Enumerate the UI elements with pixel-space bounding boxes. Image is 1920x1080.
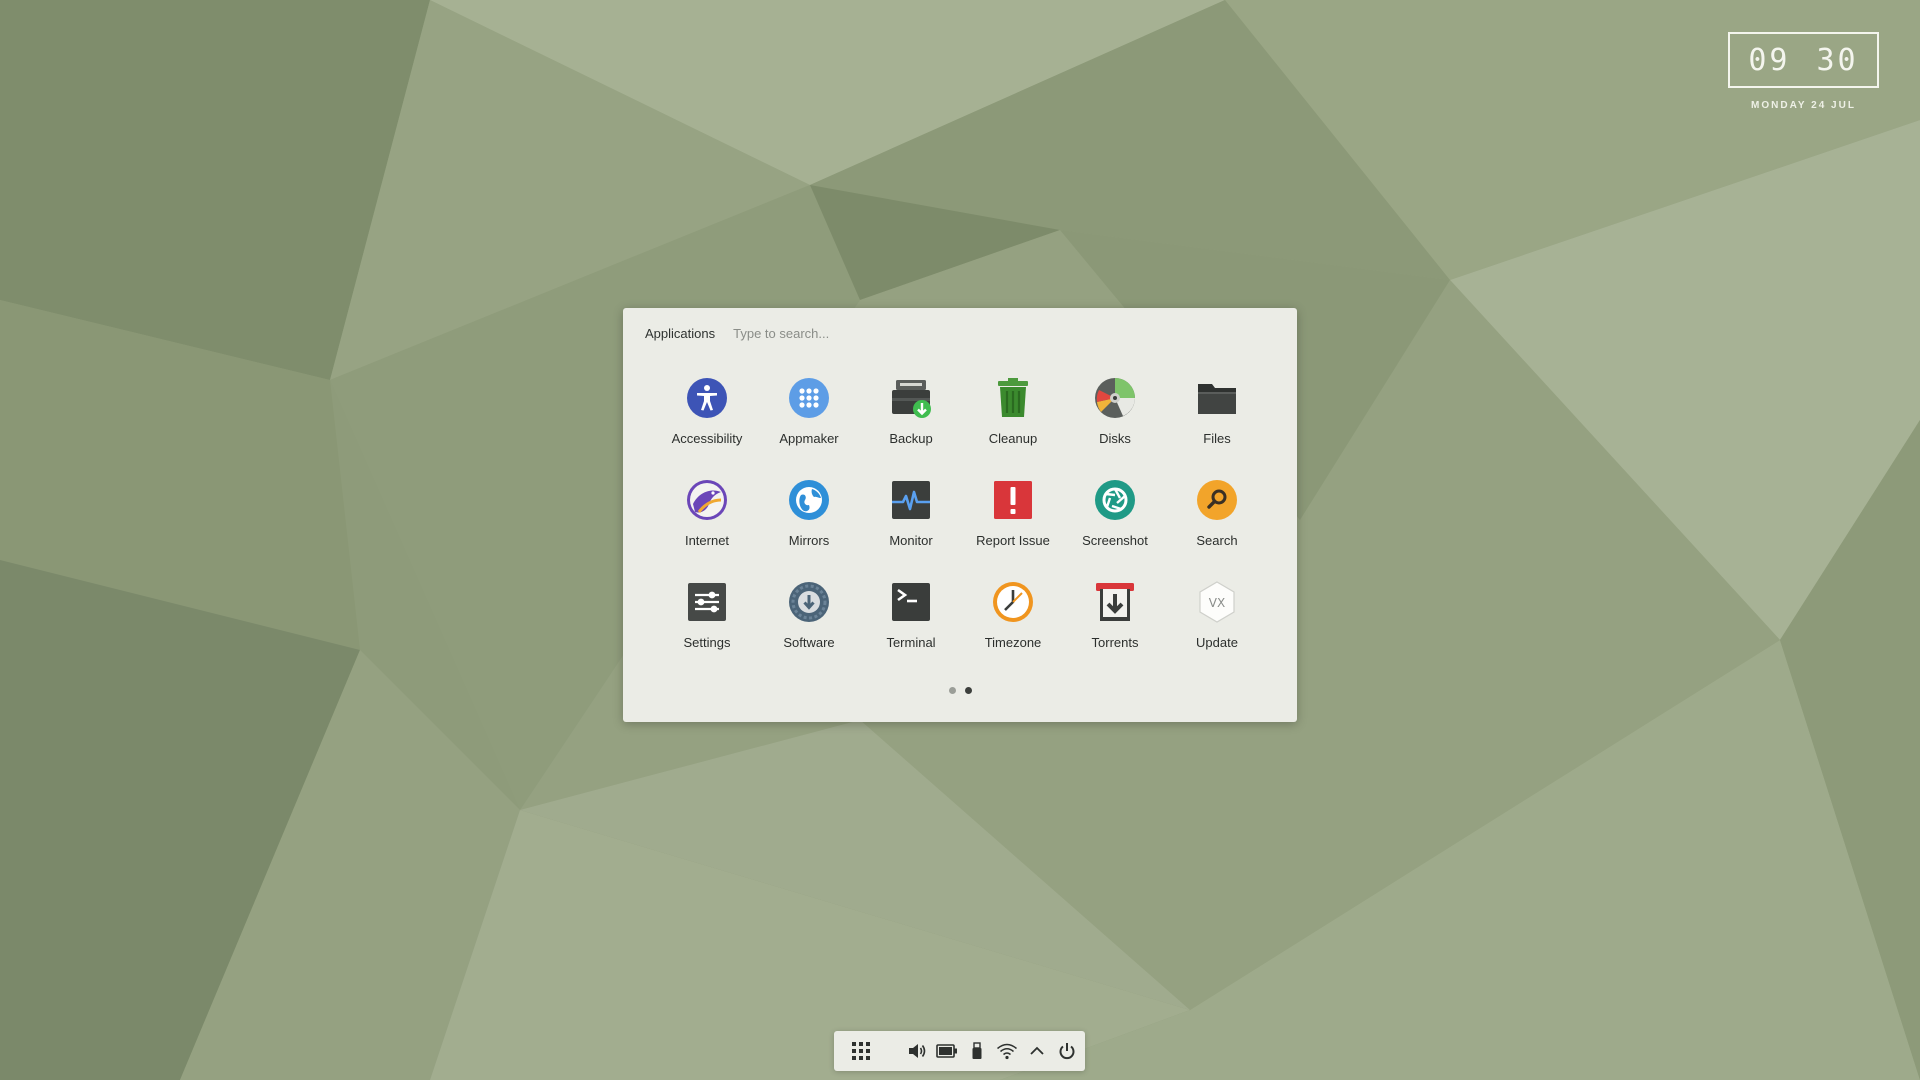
search-input[interactable] <box>733 325 934 341</box>
app-backup[interactable]: Backup <box>860 360 962 462</box>
app-files[interactable]: Files <box>1166 360 1268 462</box>
software-icon <box>789 582 829 622</box>
clock-minutes: 30 <box>1816 42 1859 78</box>
app-internet[interactable]: Internet <box>656 462 758 564</box>
app-label: Internet <box>684 533 730 548</box>
monitor-icon <box>892 481 930 519</box>
page-dot-1[interactable] <box>948 687 956 694</box>
page-dot-2[interactable] <box>964 687 972 694</box>
app-torrents[interactable]: Torrents <box>1064 564 1166 666</box>
app-label: Monitor <box>889 533 933 548</box>
appmaker-icon <box>789 378 829 418</box>
torrents-icon <box>1096 583 1134 621</box>
app-software[interactable]: Software <box>758 564 860 666</box>
accessibility-icon <box>687 378 727 418</box>
power-icon <box>1059 1043 1075 1060</box>
app-settings[interactable]: Settings <box>656 564 758 666</box>
app-label: Cleanup <box>988 431 1038 446</box>
chevron-up-icon <box>1030 1046 1044 1055</box>
clock-widget: 09 30 <box>1728 32 1879 88</box>
volume-icon <box>909 1044 926 1058</box>
app-label: Screenshot <box>1082 533 1148 548</box>
tray-expand-button[interactable] <box>1022 1036 1052 1066</box>
app-grid: Accessibility Appmaker Backup Cleanup Di… <box>656 360 1268 666</box>
wifi-button[interactable] <box>992 1036 1022 1066</box>
clock-icon <box>993 582 1033 622</box>
browser-icon <box>687 480 727 520</box>
app-label: Search <box>1196 533 1238 548</box>
app-label: Update <box>1196 635 1238 650</box>
usb-drive-icon <box>972 1042 982 1059</box>
camera-shutter-icon <box>1095 480 1135 520</box>
app-label: Mirrors <box>788 533 830 548</box>
trash-icon <box>998 378 1028 417</box>
search-icon <box>1197 480 1237 520</box>
folder-icon <box>1198 384 1236 414</box>
clock-hours: 09 <box>1748 42 1791 78</box>
app-label: Timezone <box>984 635 1042 650</box>
report-issue-icon <box>994 481 1032 519</box>
terminal-icon <box>892 583 930 621</box>
app-label: Torrents <box>1091 635 1139 650</box>
power-button[interactable] <box>1052 1036 1082 1066</box>
app-monitor[interactable]: Monitor <box>860 462 962 564</box>
app-label: Appmaker <box>779 431 839 446</box>
update-icon: VX <box>1199 581 1235 623</box>
app-label: Terminal <box>886 635 936 650</box>
app-disks[interactable]: Disks <box>1064 360 1166 462</box>
svg-text:VX: VX <box>1209 596 1225 610</box>
usb-drive-button[interactable] <box>962 1036 992 1066</box>
backup-icon <box>892 380 931 418</box>
disks-icon <box>1095 378 1135 418</box>
application-launcher: Applications Accessibility Appmaker <box>623 308 1297 722</box>
applications-button[interactable] <box>844 1036 878 1066</box>
app-update[interactable]: VX Update <box>1166 564 1268 666</box>
wifi-icon <box>997 1043 1017 1060</box>
app-mirrors[interactable]: Mirrors <box>758 462 860 564</box>
app-label: Software <box>783 635 835 650</box>
app-grid-icon <box>852 1042 870 1060</box>
clock-date: MONDAY 24 JUL <box>1751 100 1856 111</box>
app-terminal[interactable]: Terminal <box>860 564 962 666</box>
volume-button[interactable] <box>902 1036 932 1066</box>
settings-sliders-icon <box>688 583 726 621</box>
app-label: Disks <box>1099 431 1131 446</box>
app-cleanup[interactable]: Cleanup <box>962 360 1064 462</box>
app-label: Settings <box>683 635 731 650</box>
app-label: Accessibility <box>671 431 743 446</box>
launcher-header: Applications <box>645 318 934 348</box>
battery-icon <box>936 1044 957 1058</box>
app-report-issue[interactable]: Report Issue <box>962 462 1064 564</box>
app-search[interactable]: Search <box>1166 462 1268 564</box>
app-screenshot[interactable]: Screenshot <box>1064 462 1166 564</box>
app-label: Backup <box>889 431 933 446</box>
battery-button[interactable] <box>932 1036 962 1066</box>
app-label: Files <box>1203 431 1231 446</box>
app-timezone[interactable]: Timezone <box>962 564 1064 666</box>
app-appmaker[interactable]: Appmaker <box>758 360 860 462</box>
launcher-pager <box>623 687 1297 694</box>
bottom-panel <box>834 1031 1085 1071</box>
app-accessibility[interactable]: Accessibility <box>656 360 758 462</box>
globe-icon <box>789 480 829 520</box>
launcher-title: Applications <box>645 325 716 341</box>
app-label: Report Issue <box>976 533 1050 548</box>
